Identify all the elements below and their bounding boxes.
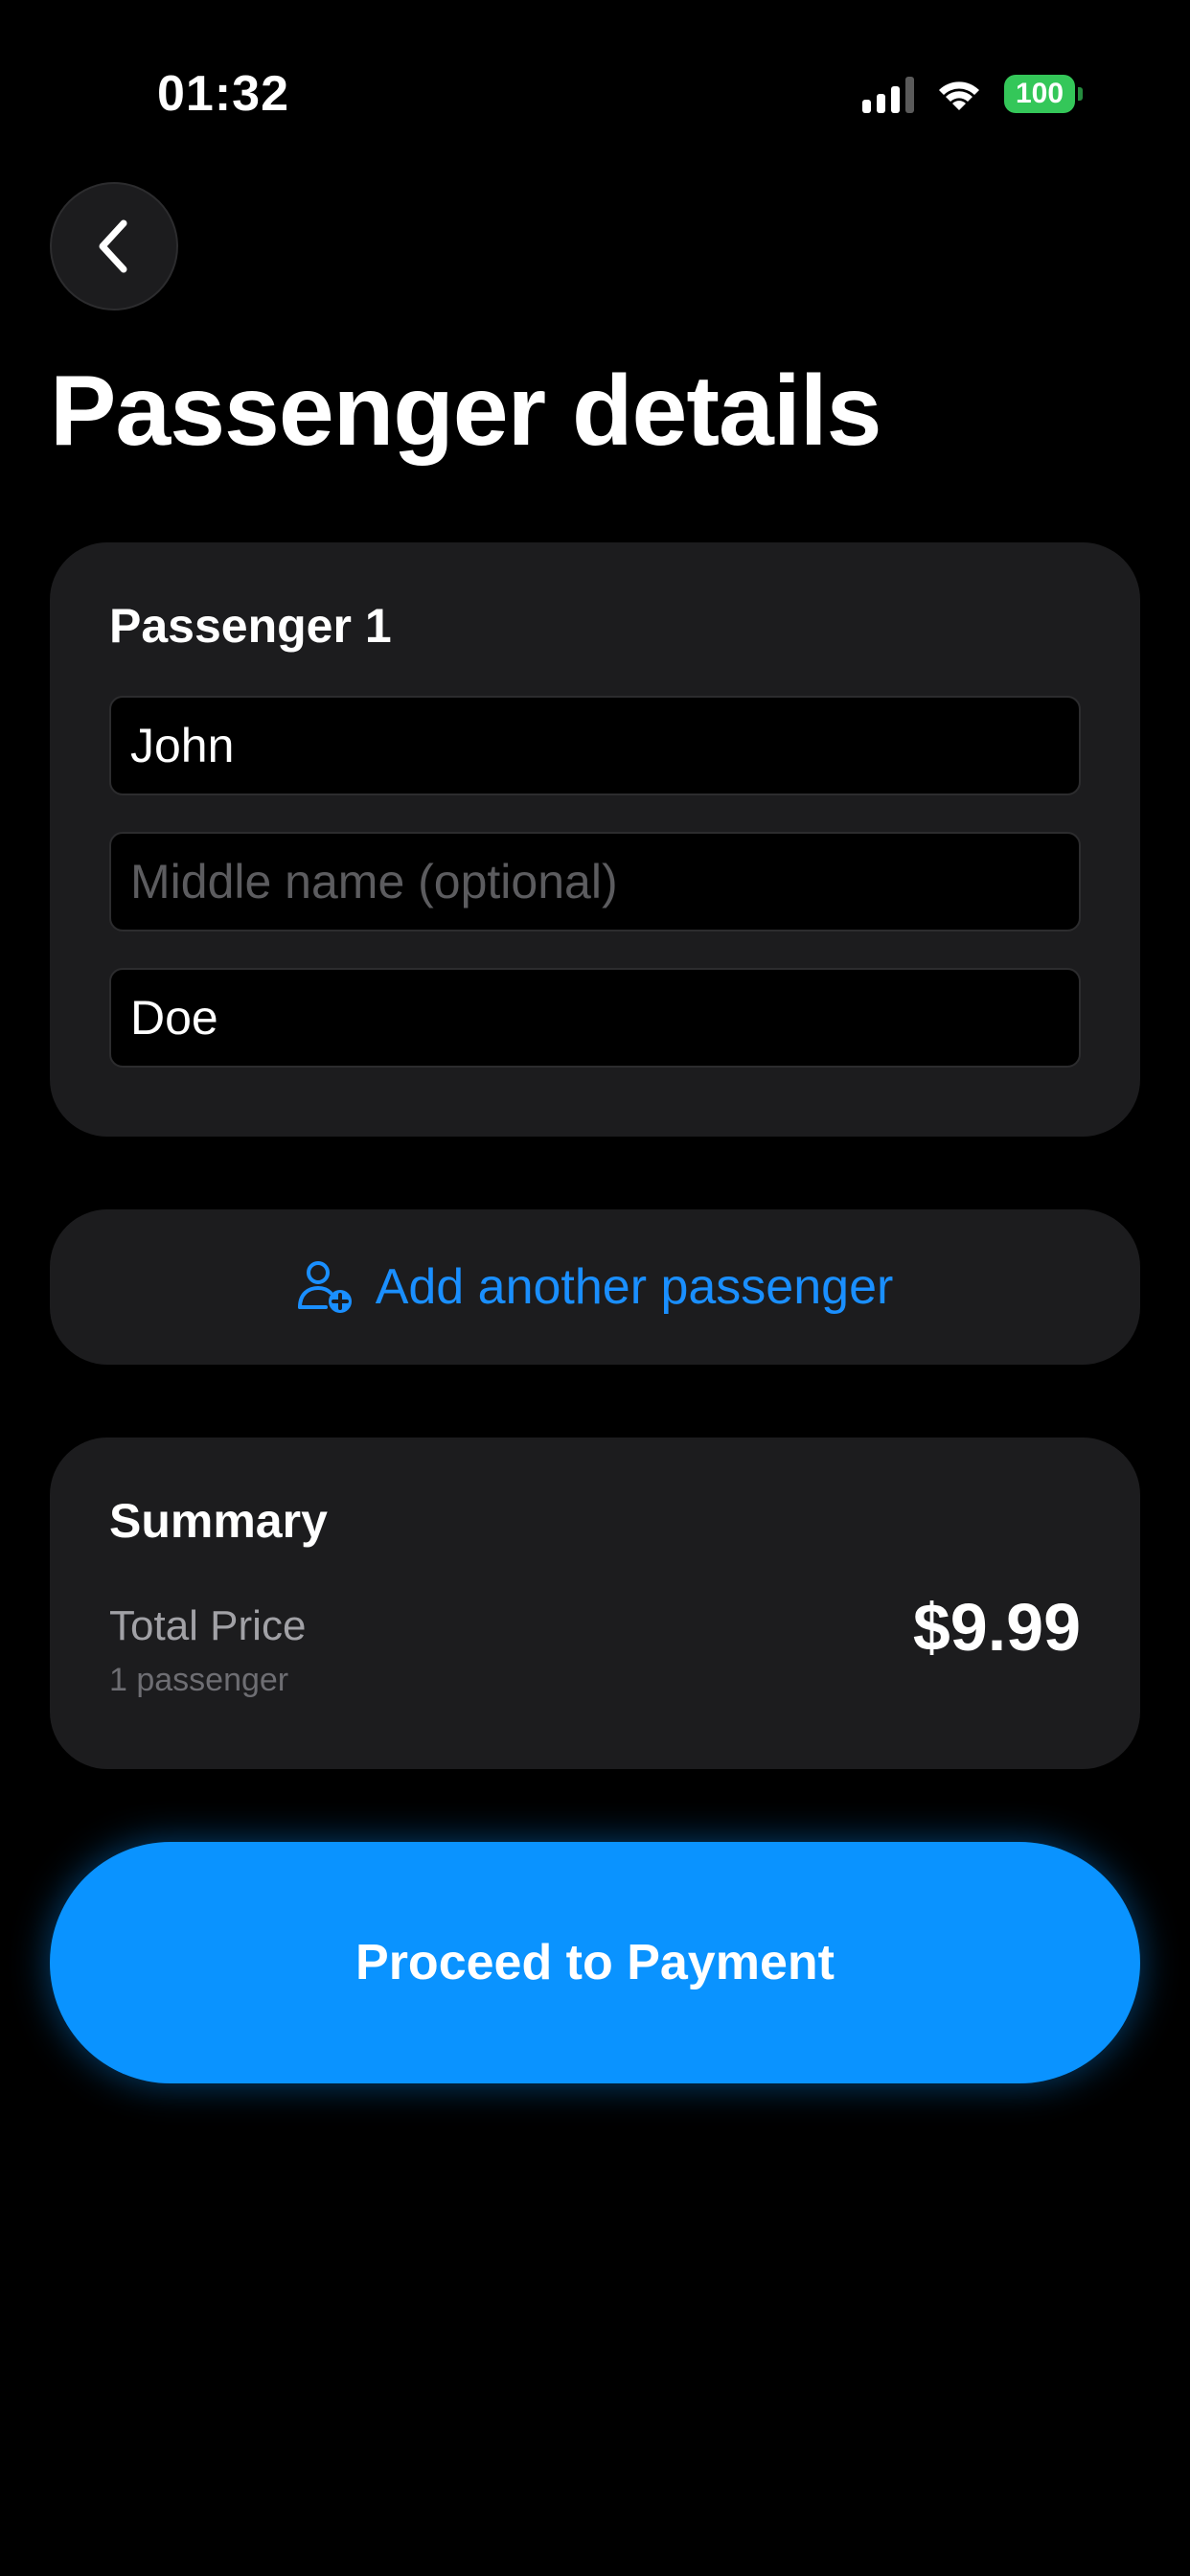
status-icons: 100 bbox=[862, 75, 1083, 113]
wifi-icon bbox=[935, 76, 983, 112]
chevron-left-icon bbox=[99, 219, 127, 273]
last-name-input[interactable] bbox=[109, 968, 1081, 1068]
proceed-to-payment-button[interactable]: Proceed to Payment bbox=[50, 1842, 1140, 2083]
signal-icon bbox=[862, 75, 914, 113]
summary-card: Summary Total Price 1 passenger $9.99 bbox=[50, 1438, 1140, 1769]
summary-heading: Summary bbox=[109, 1494, 328, 1548]
passenger-details-screen: 01:32 100 Passenger details Passenger 1 … bbox=[0, 0, 1190, 2576]
back-button[interactable] bbox=[50, 182, 178, 310]
total-price-row: Total Price 1 passenger $9.99 bbox=[109, 1590, 1081, 1717]
first-name-input[interactable] bbox=[109, 696, 1081, 795]
battery-icon: 100 bbox=[1004, 75, 1083, 113]
status-time: 01:32 bbox=[157, 66, 289, 122]
add-passenger-button[interactable]: Add another passenger bbox=[50, 1209, 1140, 1365]
passenger-heading: Passenger 1 bbox=[109, 599, 392, 653]
status-bar: 01:32 100 bbox=[0, 0, 1190, 192]
page-title: Passenger details bbox=[50, 356, 881, 467]
add-passenger-label: Add another passenger bbox=[375, 1259, 894, 1315]
person-add-icon bbox=[297, 1261, 352, 1313]
total-price-label: Total Price bbox=[109, 1602, 307, 1649]
battery-level: 100 bbox=[1004, 75, 1075, 113]
passenger-count: 1 passenger bbox=[109, 1662, 289, 1698]
passenger-card: Passenger 1 bbox=[50, 542, 1140, 1137]
total-price-value: $9.99 bbox=[912, 1590, 1081, 1665]
middle-name-input[interactable] bbox=[109, 832, 1081, 932]
